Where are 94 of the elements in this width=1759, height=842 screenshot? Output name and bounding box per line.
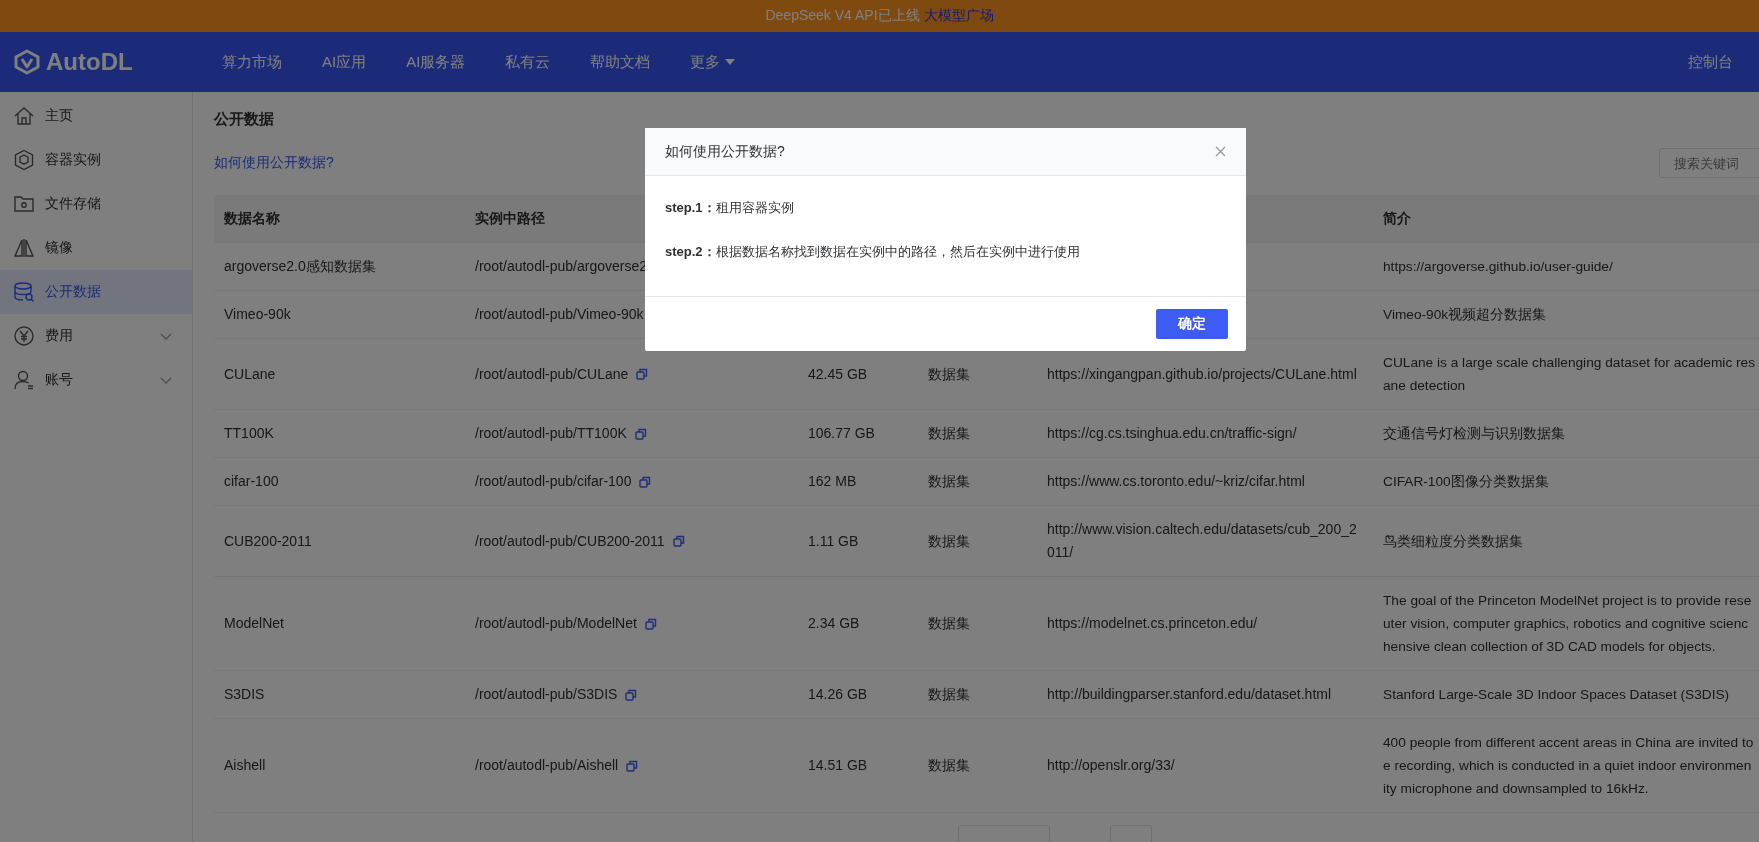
column-header: 实例中路径: [475, 209, 545, 228]
nav-link[interactable]: 私有云: [485, 52, 571, 72]
table-cell-text: 数据集: [928, 531, 970, 551]
cube-icon: [13, 149, 35, 171]
table-cell-text: /root/autodl-pub/CULane: [475, 364, 629, 384]
copy-icon[interactable]: [626, 759, 639, 772]
table-cell-text: /root/autodl-pub/S3DIS: [475, 685, 618, 704]
table-cell-text: S3DIS: [224, 685, 265, 704]
copy-icon[interactable]: [672, 535, 685, 547]
sidebar-item[interactable]: 主页: [0, 94, 192, 138]
table-cell-text: 数据集: [928, 424, 970, 443]
database-icon: [13, 281, 35, 303]
table-cell-text: 42.45 GB: [808, 364, 868, 384]
column-header: 简介: [1383, 209, 1411, 228]
mirror-icon: [13, 237, 35, 259]
table-cell-text: https://argoverse.github.io/user-guide/: [1383, 258, 1613, 276]
table-cell-text: CIFAR-100图像分类数据集: [1383, 473, 1549, 491]
table-cell-text: 数据集: [928, 364, 970, 384]
step-text: step.1：租用容器实例: [665, 199, 795, 217]
sidebar-item[interactable]: 文件存储: [0, 182, 192, 226]
console-link[interactable]: 控制台: [1688, 52, 1733, 72]
table-cell-text: http://openslr.org/33/: [1047, 756, 1175, 775]
logo-icon: [14, 49, 40, 75]
table-cell-text: TT100K: [224, 424, 274, 443]
logo-text[interactable]: AutoDL: [46, 48, 133, 76]
table-cell-text: 1.11 GB: [808, 531, 859, 551]
copy-icon[interactable]: [625, 688, 638, 701]
table-cell-text: http://buildingparser.stanford.edu/dataset.html: [1047, 685, 1332, 704]
table-cell-text: 14.26 GB: [808, 685, 868, 704]
column-header: 数据名称: [224, 209, 280, 228]
chevron-icon: [160, 332, 172, 340]
table-cell-text: /root/autodl-pub/cifar-100: [475, 472, 632, 491]
table-cell-text: Vimeo-90k: [224, 305, 291, 324]
table-cell-text: /root/autodl-pub/CUB200-2011: [475, 531, 665, 551]
table-cell-text: cifar-100: [224, 472, 279, 491]
dialog-title: 如何使用公开数据?: [665, 142, 785, 161]
step-text: step.2：根据数据名称找到数据在实例中的路径，然后在实例中进行使用: [665, 243, 1081, 261]
table-cell-text: 数据集: [928, 756, 970, 775]
close-icon[interactable]: [1215, 146, 1226, 157]
table-cell-text: 400 people from different accent areas in China are invited to e recording, which is conducted in a quiet indoor environmen ity microphone and downsampled to 16kHz.: [1383, 734, 1754, 798]
table-cell-text: CUB200-2011: [224, 531, 312, 551]
table-cell-text: 数据集: [928, 614, 970, 633]
table-cell-text: https://cg.cs.tsinghua.edu.cn/traffic-sign/: [1047, 424, 1297, 443]
table-cell-text: https://xingangpan.github.io/projects/CULane.html: [1047, 364, 1357, 384]
nav-link[interactable]: AI应用: [302, 52, 387, 72]
table-cell-text: 交通信号灯检测与识别数据集: [1383, 425, 1565, 443]
nav-dropdown[interactable]: 更多: [670, 52, 756, 72]
chevron-icon: [160, 376, 172, 384]
table-cell-text: 14.51 GB: [808, 756, 868, 775]
nav-link[interactable]: 算力市场: [200, 52, 302, 72]
table-cell-text: /root/autodl-pub/argoverse2: [475, 257, 647, 276]
table-cell-text: 鸟类细粒度分类数据集: [1383, 532, 1523, 551]
table-cell-text: 162 MB: [808, 472, 857, 491]
table-cell-text: Aishell: [224, 756, 266, 775]
table-cell-text: ModelNet: [224, 614, 284, 633]
copy-icon[interactable]: [644, 617, 657, 630]
table-cell-text: CULane is a large scale challenging dataset for academic res ane detection: [1383, 354, 1756, 395]
sidebar-item[interactable]: 公开数据: [0, 270, 192, 314]
announcement-text: DeepSeek V4 API已上线: [765, 7, 920, 25]
home-icon: [13, 105, 35, 127]
sidebar-item[interactable]: 账号: [0, 358, 192, 402]
caret-icon: [725, 59, 736, 65]
nav-link[interactable]: AI服务器: [386, 52, 486, 72]
page-title: 公开数据: [214, 110, 275, 129]
copy-icon[interactable]: [639, 475, 652, 488]
announcement-link[interactable]: 大模型广场: [923, 7, 994, 25]
table-cell-text: The goal of the Princeton ModelNet project is to provide rese uter vision, computer graphics, robotics and cognitive scienc hensive clean collection of 3D CAD models for objects.: [1383, 592, 1752, 656]
table-cell-text: 106.77 GB: [808, 424, 875, 443]
table-cell-text: 数据集: [928, 472, 970, 491]
sidebar-item[interactable]: 容器实例: [0, 138, 192, 182]
table-cell-text: /root/autodl-pub/Aishell: [475, 756, 619, 775]
nav-link[interactable]: 帮助文档: [570, 52, 671, 72]
table-cell-text: Stanford Large-Scale 3D Indoor Spaces Dataset (S3DIS): [1383, 686, 1730, 704]
yen-icon: [13, 325, 35, 347]
table-cell-text: 数据集: [928, 685, 970, 704]
table-cell-text: 2.34 GB: [808, 614, 860, 633]
table-cell-text: /root/autodl-pub/ModelNet: [475, 614, 637, 633]
table-cell-text: http://www.vision.caltech.edu/datasets/cub_200_2011/: [1047, 520, 1358, 562]
table-cell-text: /root/autodl-pub/TT100K: [475, 424, 627, 443]
table-cell-text: CULane: [224, 364, 276, 384]
table-cell-text: Vimeo-90k视频超分数据集: [1383, 306, 1547, 324]
sidebar-item[interactable]: 镜像: [0, 226, 192, 270]
user-icon: [13, 369, 35, 391]
help-link[interactable]: 如何使用公开数据?: [214, 154, 334, 172]
table-cell-text: /root/autodl-pub/Vimeo-90k: [475, 305, 644, 324]
sidebar-item[interactable]: 费用: [0, 314, 192, 358]
table-cell-text: argoverse2.0感知数据集: [224, 257, 376, 276]
copy-icon[interactable]: [636, 368, 649, 380]
folder-icon: [13, 193, 35, 215]
search-field[interactable]: 搜索关键词: [1659, 148, 1759, 178]
copy-icon[interactable]: [634, 427, 647, 440]
table-cell-text: https://modelnet.cs.princeton.edu/: [1047, 614, 1258, 633]
table-cell-text: https://www.cs.toronto.edu/~kriz/cifar.html: [1047, 472, 1305, 491]
confirm-button[interactable]: 确定: [1156, 309, 1228, 339]
